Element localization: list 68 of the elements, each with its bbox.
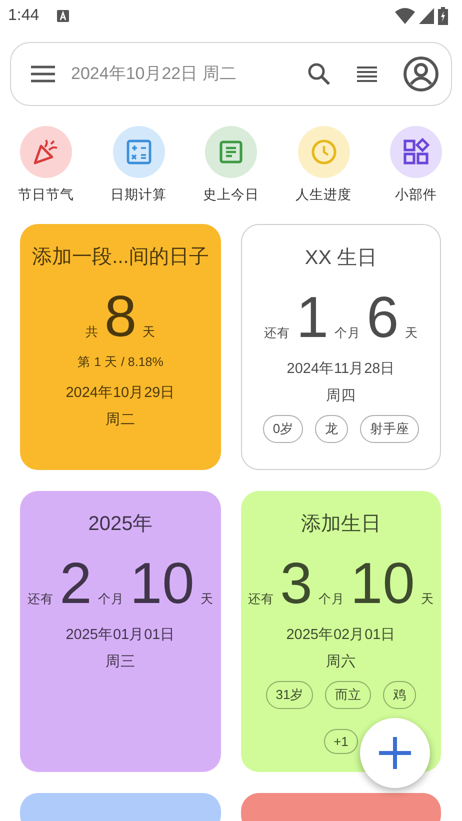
wifi-icon — [395, 8, 415, 24]
progress-text: 第 1 天 / 8.18% — [78, 354, 164, 371]
count-unit: 还有 — [248, 593, 274, 606]
event-date: 2024年11月28日 — [286, 360, 396, 378]
count-unit: 个月 — [318, 593, 344, 606]
event-card[interactable] — [241, 793, 441, 821]
account-icon[interactable] — [403, 56, 439, 92]
shortcut-label[interactable]: 史上今日 — [203, 186, 259, 204]
event-card[interactable]: XX 生日 还有 1 个月 6 天 2024年11月28日 周四 0岁 龙 射手座 — [241, 224, 441, 470]
signal-icon — [419, 8, 434, 24]
card-title: 添加一段...间的日子 — [32, 245, 209, 270]
event-date: 2024年10月29日 — [66, 384, 176, 402]
event-card[interactable]: 2025年 还有 2 个月 10 天 2025年01月01日 周三 — [20, 491, 221, 772]
count-unit: 天 — [404, 327, 418, 340]
tag-chip: 龙 — [315, 415, 348, 443]
tag-chip: 而立 — [325, 681, 372, 709]
widgets-icon — [402, 138, 430, 166]
event-date: 2025年01月01日 — [66, 626, 176, 644]
count-unit: 共 — [85, 326, 98, 338]
tag-chip: 鸡 — [383, 681, 416, 709]
tag-chip: +1 — [324, 729, 358, 754]
search-icon[interactable] — [307, 62, 331, 86]
party-popper-icon — [32, 138, 60, 166]
count-number: 1 — [296, 289, 328, 347]
count-unit: 天 — [200, 593, 214, 606]
shortcut-label[interactable]: 日期计算 — [110, 186, 166, 204]
tag-chip: 射手座 — [360, 415, 420, 443]
shortcut-label[interactable]: 小部件 — [395, 186, 437, 204]
calculator-icon — [124, 138, 152, 166]
search-field[interactable]: 2024年10月22日 周二 — [71, 64, 307, 84]
shortcut-icon-background[interactable] — [390, 126, 442, 178]
shortcut-icon-background[interactable] — [20, 126, 72, 178]
count-number: 6 — [366, 289, 399, 347]
shortcut-label[interactable]: 节日节气 — [18, 186, 74, 204]
search-bar[interactable]: 2024年10月22日 周二 — [10, 42, 452, 106]
keyboard-icon — [57, 10, 70, 22]
event-card[interactable]: 添加一段...间的日子 共 8 天 第 1 天 / 8.18% 2024年10月29日 周二 — [20, 224, 221, 470]
count-unit: 个月 — [98, 593, 124, 606]
tag-chip: 31岁 — [266, 681, 314, 709]
card-title: 添加生日 — [301, 512, 381, 537]
tag-chip: 0岁 — [262, 415, 304, 443]
count-number: 2 — [60, 555, 92, 613]
count-number: 8 — [104, 288, 137, 346]
card-title: 2025年 — [88, 512, 153, 537]
count-number: 10 — [350, 555, 415, 613]
weekday: 周四 — [326, 387, 356, 405]
list-icon[interactable] — [357, 66, 377, 82]
weekday: 周六 — [326, 652, 356, 671]
count-unit: 天 — [142, 326, 156, 338]
plus-icon — [379, 737, 411, 769]
menu-icon[interactable] — [31, 65, 55, 83]
count-number: 3 — [280, 555, 312, 613]
shortcut-icon-background[interactable] — [205, 126, 257, 178]
status-time: 1:44 — [8, 7, 40, 25]
event-date: 2025年02月01日 — [286, 626, 396, 644]
document-icon — [217, 138, 245, 166]
count-unit: 天 — [420, 593, 434, 606]
count-unit: 还有 — [28, 593, 54, 606]
weekday: 周二 — [106, 411, 136, 429]
clock-icon — [310, 138, 338, 166]
shortcut-label[interactable]: 人生进度 — [296, 186, 352, 204]
event-card[interactable]: 添加生日 还有 3 个月 10 天 2025年02月01日 周六 31岁 而立 鸡 +1 — [241, 491, 441, 772]
count-number: 10 — [130, 555, 194, 613]
battery-icon — [438, 7, 448, 25]
card-title: XX 生日 — [304, 246, 378, 271]
count-unit: 还有 — [264, 327, 290, 340]
weekday: 周三 — [106, 653, 136, 671]
count-unit: 个月 — [334, 327, 360, 340]
